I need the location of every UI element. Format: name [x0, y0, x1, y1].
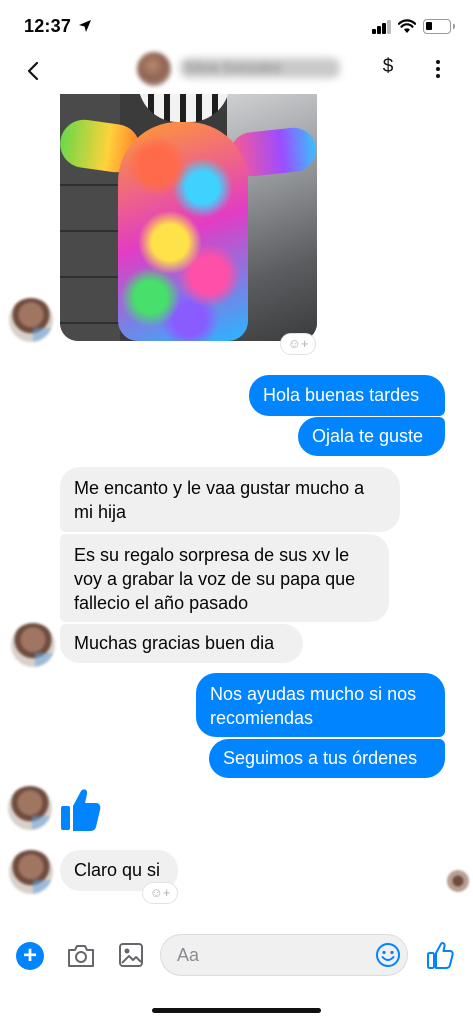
message-composer: +	[0, 930, 473, 982]
sender-avatar[interactable]	[9, 850, 53, 894]
add-reaction-button[interactable]: ☺+	[280, 333, 316, 355]
wifi-icon	[398, 19, 416, 33]
signal-icon	[372, 20, 392, 34]
thumbs-up-icon[interactable]	[58, 786, 102, 834]
camera-icon[interactable]	[66, 942, 96, 970]
message-incoming[interactable]: Me encanto y le vaa gustar mucho a mi hi…	[60, 467, 400, 532]
more-icon[interactable]	[430, 58, 446, 80]
message-outgoing[interactable]: Nos ayudas mucho si nos recomiendas	[196, 673, 445, 737]
location-arrow-icon	[79, 20, 91, 32]
back-chevron-icon[interactable]	[22, 56, 46, 86]
thumbs-up-icon[interactable]	[426, 940, 454, 970]
message-text-line: voy a grabar la voz de su papa que	[74, 569, 356, 589]
status-bar: 12:37	[0, 0, 473, 52]
message-text-line: fallecio el año pasado	[74, 593, 249, 613]
message-input-container	[160, 934, 408, 976]
contact-name[interactable]: Silvia Gonzalez	[185, 59, 282, 75]
message-input[interactable]	[177, 943, 367, 967]
message-text: Claro qu si	[74, 860, 161, 880]
message-incoming[interactable]: Es su regalo sorpresa de sus xv le voy a…	[60, 534, 389, 622]
shared-photo[interactable]	[60, 94, 317, 341]
message-incoming[interactable]: Muchas gracias buen dia	[60, 624, 303, 663]
sender-avatar[interactable]	[9, 298, 53, 342]
message-text: Muchas gracias buen dia	[74, 633, 275, 653]
status-time: 12:37	[24, 16, 72, 36]
message-text-line: Es su regalo sorpresa de sus xv le	[74, 545, 350, 565]
message-text: Seguimos a tus órdenes	[223, 748, 418, 768]
home-indicator[interactable]	[152, 1008, 321, 1013]
seen-indicator-avatar	[447, 870, 469, 892]
payment-button[interactable]: $	[378, 56, 398, 78]
battery-icon	[423, 19, 455, 34]
message-text: Hola buenas tardes	[263, 385, 420, 405]
message-text-line: recomiendas	[210, 708, 314, 728]
sender-avatar[interactable]	[8, 786, 52, 830]
message-text-line: Me encanto y le vaa gustar mucho a	[74, 478, 365, 498]
gallery-icon[interactable]	[118, 941, 144, 969]
sender-avatar[interactable]	[11, 623, 55, 667]
add-button[interactable]: +	[16, 942, 44, 970]
conversation-header: Silvia Gonzalez $	[0, 52, 473, 92]
message-text-line: Nos ayudas mucho si nos	[210, 684, 417, 704]
message-outgoing[interactable]: Seguimos a tus órdenes	[209, 739, 445, 778]
contact-avatar[interactable]	[137, 52, 171, 86]
message-text-line: mi hija	[74, 502, 127, 522]
emoji-icon[interactable]	[375, 942, 401, 968]
message-text: Ojala te guste	[312, 426, 424, 446]
add-reaction-button[interactable]: ☺+	[142, 882, 178, 904]
message-outgoing[interactable]: Hola buenas tardes	[249, 375, 445, 416]
message-outgoing[interactable]: Ojala te guste	[298, 417, 445, 456]
